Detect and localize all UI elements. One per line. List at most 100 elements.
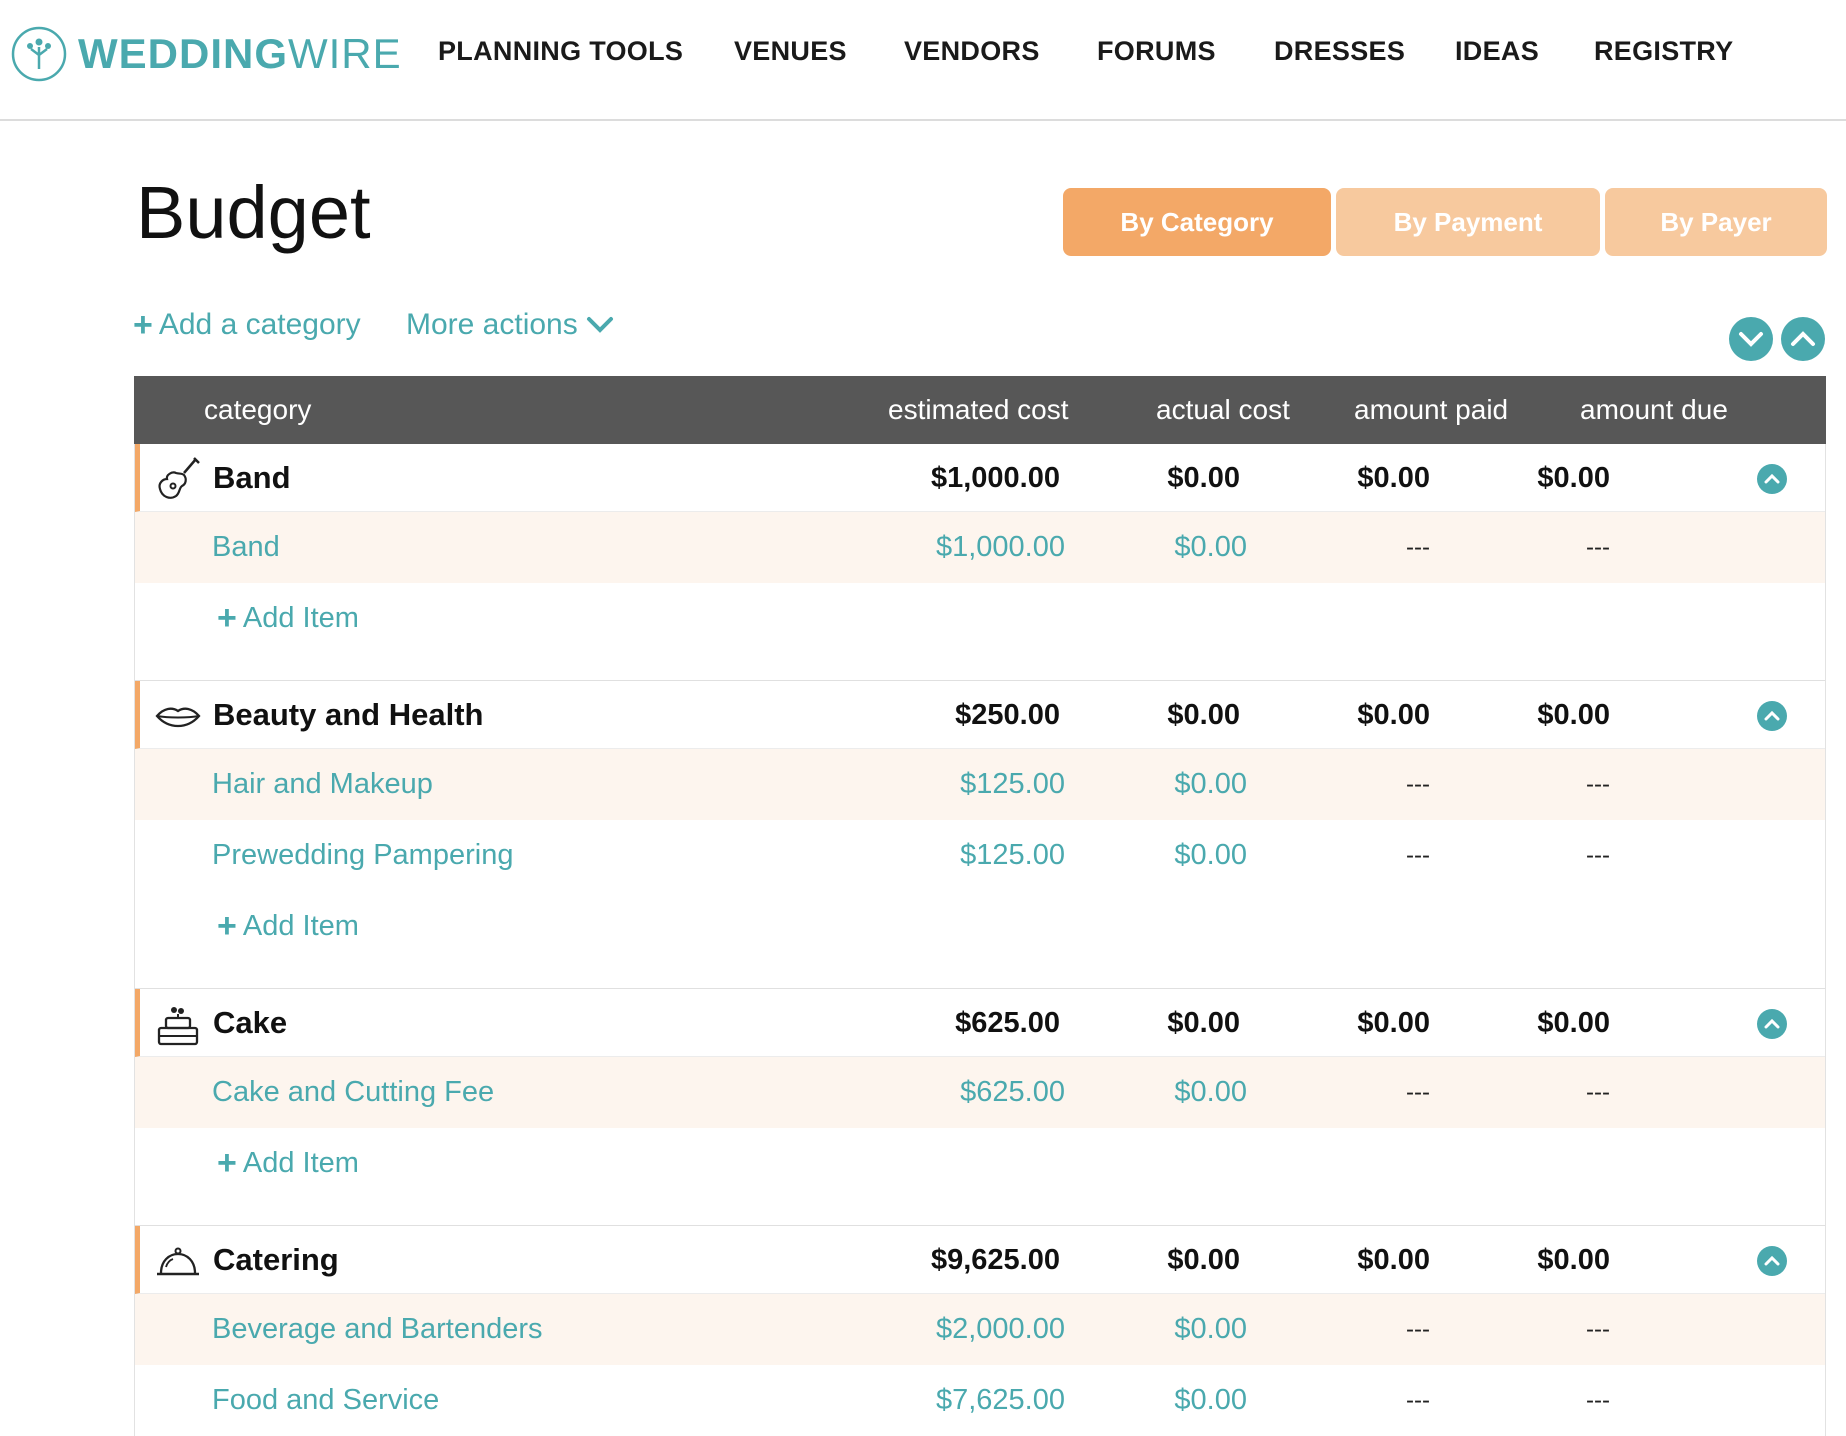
add-item-row: + Add Item bbox=[135, 891, 1825, 989]
header-amount-paid: amount paid bbox=[1354, 394, 1509, 425]
expand-all-button[interactable] bbox=[1729, 317, 1773, 361]
nav-ideas[interactable]: IDEAS bbox=[1455, 36, 1539, 67]
nav-forums[interactable]: FORUMS bbox=[1097, 36, 1216, 67]
cloche-icon bbox=[157, 1247, 199, 1276]
nav-registry[interactable]: REGISTRY bbox=[1594, 36, 1733, 67]
item-actual-cost[interactable]: $0.00 bbox=[1075, 1365, 1247, 1436]
category-amount-paid: $0.00 bbox=[1357, 1244, 1430, 1276]
add-item-button[interactable]: + Add Item bbox=[217, 909, 359, 943]
chevron-up-icon bbox=[1764, 710, 1780, 721]
item-amount-due: --- bbox=[1586, 842, 1610, 869]
plus-icon: + bbox=[217, 1144, 237, 1182]
item-amount-due: --- bbox=[1586, 534, 1610, 561]
tab-by-payer[interactable]: By Payer bbox=[1605, 188, 1827, 256]
chevron-up-icon bbox=[1764, 473, 1780, 484]
item-name-link[interactable]: Cake and Cutting Fee bbox=[212, 1057, 494, 1128]
category-name: Cake bbox=[213, 1005, 288, 1040]
item-estimated-cost[interactable]: $625.00 bbox=[735, 1057, 1065, 1128]
add-category-button[interactable]: + Add a category bbox=[133, 308, 361, 342]
brand-logo[interactable]: WEDDINGWIRE bbox=[10, 25, 402, 83]
tab-by-payment[interactable]: By Payment bbox=[1336, 188, 1600, 256]
item-actual-cost[interactable]: $0.00 bbox=[1075, 749, 1247, 820]
category-row-cake: Cake $625.00 $0.00 $0.00 $0.00 bbox=[135, 989, 1825, 1057]
collapse-category-button[interactable] bbox=[1757, 701, 1787, 731]
category-row-catering: Catering $9,625.00 $0.00 $0.00 $0.00 bbox=[135, 1226, 1825, 1294]
nav-planning-tools[interactable]: PLANNING TOOLS bbox=[438, 36, 683, 67]
add-item-row: + Add Item bbox=[135, 583, 1825, 681]
nav-vendors[interactable]: VENDORS bbox=[904, 36, 1040, 67]
chevron-down-icon bbox=[1739, 332, 1763, 347]
item-row: Hair and Makeup $125.00 $0.00 --- --- bbox=[135, 749, 1825, 820]
category-amount-paid: $0.00 bbox=[1357, 699, 1430, 731]
item-amount-paid: --- bbox=[1406, 1387, 1430, 1414]
plus-icon: + bbox=[133, 306, 153, 344]
item-estimated-cost[interactable]: $125.00 bbox=[735, 749, 1065, 820]
item-amount-paid: --- bbox=[1406, 1316, 1430, 1343]
item-actual-cost[interactable]: $0.00 bbox=[1075, 512, 1247, 583]
tab-by-category[interactable]: By Category bbox=[1063, 188, 1331, 256]
bouquet-icon bbox=[11, 26, 67, 82]
nav-venues[interactable]: VENUES bbox=[734, 36, 847, 67]
plus-icon: + bbox=[217, 907, 237, 945]
cake-icon bbox=[157, 1007, 199, 1046]
item-name-link[interactable]: Food and Service bbox=[212, 1365, 439, 1436]
item-amount-due: --- bbox=[1586, 1079, 1610, 1106]
category-name: Band bbox=[213, 460, 291, 495]
category-amount-paid: $0.00 bbox=[1357, 462, 1430, 494]
add-item-row: + Add Item bbox=[135, 1128, 1825, 1226]
item-actual-cost[interactable]: $0.00 bbox=[1075, 820, 1247, 891]
item-name-link[interactable]: Prewedding Pampering bbox=[212, 820, 513, 891]
item-estimated-cost[interactable]: $1,000.00 bbox=[735, 512, 1065, 583]
header-category: category bbox=[204, 394, 312, 425]
item-row: Beverage and Bartenders $2,000.00 $0.00 … bbox=[135, 1294, 1825, 1365]
item-amount-due: --- bbox=[1586, 1316, 1610, 1343]
category-estimated-cost: $1,000.00 bbox=[930, 462, 1060, 494]
item-name-link[interactable]: Hair and Makeup bbox=[212, 749, 433, 820]
chevron-up-icon bbox=[1791, 331, 1815, 346]
top-navigation-bar: WEDDINGWIRE PLANNING TOOLS VENUES VENDOR… bbox=[0, 0, 1846, 121]
item-name-link[interactable]: Beverage and Bartenders bbox=[212, 1294, 543, 1365]
add-item-button[interactable]: + Add Item bbox=[217, 1146, 359, 1180]
table-header: category estimated cost actual cost amou… bbox=[134, 376, 1826, 444]
add-item-button[interactable]: + Add Item bbox=[217, 601, 359, 635]
collapse-category-button[interactable] bbox=[1757, 1009, 1787, 1039]
category-actual-cost: $0.00 bbox=[1167, 1244, 1240, 1276]
brand-name: WEDDINGWIRE bbox=[78, 30, 402, 77]
plus-icon: + bbox=[217, 599, 237, 637]
item-amount-paid: --- bbox=[1406, 1079, 1430, 1106]
category-amount-paid: $0.00 bbox=[1357, 1007, 1430, 1039]
collapse-category-button[interactable] bbox=[1757, 464, 1787, 494]
item-amount-paid: --- bbox=[1406, 842, 1430, 869]
category-actual-cost: $0.00 bbox=[1167, 1007, 1240, 1039]
category-estimated-cost: $250.00 bbox=[955, 699, 1060, 731]
category-estimated-cost: $625.00 bbox=[955, 1007, 1060, 1039]
category-amount-due: $0.00 bbox=[1537, 1244, 1610, 1276]
more-actions-dropdown[interactable]: More actions bbox=[406, 308, 614, 342]
item-name-link[interactable]: Band bbox=[212, 512, 280, 583]
item-amount-due: --- bbox=[1586, 771, 1610, 798]
item-row: Prewedding Pampering $125.00 $0.00 --- -… bbox=[135, 820, 1825, 891]
item-row: Cake and Cutting Fee $625.00 $0.00 --- -… bbox=[135, 1057, 1825, 1128]
collapse-all-button[interactable] bbox=[1781, 317, 1825, 361]
budget-table: category estimated cost actual cost amou… bbox=[134, 376, 1826, 1436]
category-row-beauty-and-health: Beauty and Health $250.00 $0.00 $0.00 $0… bbox=[135, 681, 1825, 749]
item-estimated-cost[interactable]: $2,000.00 bbox=[735, 1294, 1065, 1365]
category-row-band: Band $1,000.00 $0.00 $0.00 $0.00 bbox=[135, 444, 1825, 512]
chevron-up-icon bbox=[1764, 1255, 1780, 1266]
page-title: Budget bbox=[136, 171, 371, 254]
item-amount-paid: --- bbox=[1406, 771, 1430, 798]
item-actual-cost[interactable]: $0.00 bbox=[1075, 1294, 1247, 1365]
nav-dresses[interactable]: DRESSES bbox=[1274, 36, 1405, 67]
item-actual-cost[interactable]: $0.00 bbox=[1075, 1057, 1247, 1128]
header-amount-due: amount due bbox=[1580, 394, 1728, 425]
category-amount-due: $0.00 bbox=[1537, 462, 1610, 494]
category-amount-due: $0.00 bbox=[1537, 1007, 1610, 1039]
category-estimated-cost: $9,625.00 bbox=[930, 1244, 1060, 1276]
chevron-down-icon bbox=[586, 317, 613, 333]
item-estimated-cost[interactable]: $7,625.00 bbox=[735, 1365, 1065, 1436]
item-estimated-cost[interactable]: $125.00 bbox=[735, 820, 1065, 891]
item-amount-due: --- bbox=[1586, 1387, 1610, 1414]
category-actual-cost: $0.00 bbox=[1167, 699, 1240, 731]
header-actual-cost: actual cost bbox=[1156, 394, 1290, 425]
collapse-category-button[interactable] bbox=[1757, 1246, 1787, 1276]
